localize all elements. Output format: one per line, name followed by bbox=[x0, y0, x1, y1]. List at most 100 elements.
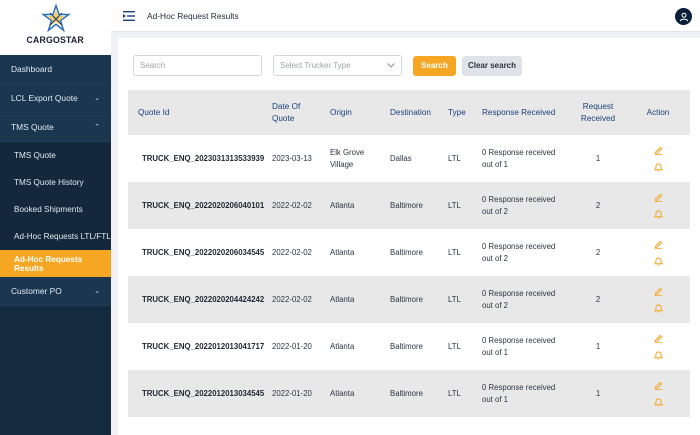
filter-bar: Select Trucker Type Search Clear search bbox=[133, 55, 522, 76]
bell-icon[interactable] bbox=[653, 350, 663, 360]
pencil-icon[interactable] bbox=[654, 334, 663, 343]
request-count-cell: 2 bbox=[595, 294, 601, 304]
column-header[interactable]: Response Received bbox=[478, 90, 570, 135]
bell-icon[interactable] bbox=[653, 162, 663, 172]
bell-icon[interactable] bbox=[653, 256, 663, 266]
clear-search-button[interactable]: Clear search bbox=[462, 55, 522, 76]
row-actions bbox=[630, 334, 686, 360]
origin-cell: Atlanta bbox=[330, 247, 355, 257]
destination-cell: Baltimore bbox=[390, 341, 423, 351]
avatar[interactable] bbox=[675, 8, 692, 25]
origin-cell: Atlanta bbox=[330, 341, 355, 351]
trucker-type-select[interactable]: Select Trucker Type bbox=[273, 55, 402, 76]
table-row: TRUCK_ENQ_2022020204424242 2022-02-02 Atla… bbox=[128, 276, 690, 323]
response-cell: 0 Response received out of 1 bbox=[482, 382, 556, 404]
sidebar-subitem-booked-shipments[interactable]: Booked Shipments bbox=[0, 196, 111, 223]
sidebar-item-label: LCL Export Quote bbox=[11, 93, 78, 103]
pencil-icon[interactable] bbox=[654, 287, 663, 296]
date-cell: 2022-02-02 bbox=[272, 247, 312, 257]
quote-id-cell[interactable]: TRUCK_ENQ_2022020206034545 bbox=[128, 229, 268, 276]
sidebar-subitem-tms-quote[interactable]: TMS Quote bbox=[0, 142, 111, 169]
sidebar-item-customer-po[interactable]: Customer PO ⌄ bbox=[0, 277, 111, 306]
date-cell: 2023-03-13 bbox=[272, 153, 312, 163]
cargostar-logo-icon bbox=[40, 4, 71, 33]
response-cell: 0 Response received out of 2 bbox=[482, 288, 556, 310]
sidebar-item-tms-quote[interactable]: TMS Quote ⌃ bbox=[0, 113, 111, 142]
table-header-row: Quote Id Date Of Quote Origin Destinatio… bbox=[128, 90, 690, 135]
type-cell: LTL bbox=[448, 388, 461, 398]
sidebar-nav: Dashboard LCL Export Quote ⌄ TMS Quote ⌃… bbox=[0, 55, 111, 306]
destination-cell: Dallas bbox=[390, 153, 412, 163]
row-actions bbox=[630, 381, 686, 407]
destination-cell: Baltimore bbox=[390, 294, 423, 304]
table-body: TRUCK_ENQ_2023031313533939 2023-03-13 Elk … bbox=[128, 135, 690, 417]
date-cell: 2022-01-20 bbox=[272, 388, 312, 398]
sidebar-submenu: TMS Quote TMS Quote History Booked Shipm… bbox=[0, 142, 111, 277]
row-actions bbox=[630, 193, 686, 219]
action-cell bbox=[626, 135, 690, 182]
logo[interactable]: CARGOSTAR bbox=[0, 0, 111, 55]
column-header[interactable]: Quote Id bbox=[128, 90, 268, 135]
quote-id-cell[interactable]: TRUCK_ENQ_2022012013041717 bbox=[128, 323, 268, 370]
bell-icon[interactable] bbox=[653, 397, 663, 407]
menu-collapse-icon[interactable] bbox=[123, 10, 135, 21]
pencil-icon[interactable] bbox=[654, 240, 663, 249]
sidebar-item-lcl-export-quote[interactable]: LCL Export Quote ⌄ bbox=[0, 84, 111, 113]
search-input[interactable] bbox=[133, 55, 262, 76]
column-header[interactable]: Origin bbox=[326, 90, 386, 135]
bell-icon[interactable] bbox=[653, 209, 663, 219]
sidebar-subitem-adhoc-results[interactable]: Ad-Hoc Requests Results bbox=[0, 250, 111, 277]
sidebar-subitem-tms-quote-history[interactable]: TMS Quote History bbox=[0, 169, 111, 196]
type-cell: LTL bbox=[448, 294, 461, 304]
brand-name: CARGOSTAR bbox=[26, 35, 85, 46]
response-cell: 0 Response received out of 2 bbox=[482, 194, 556, 216]
sidebar-item-label: Customer PO bbox=[11, 286, 62, 296]
table-row: TRUCK_ENQ_2022020206040101 2022-02-02 Atla… bbox=[128, 182, 690, 229]
sidebar-subitem-adhoc-requests[interactable]: Ad-Hoc Requests LTL/FTL bbox=[0, 223, 111, 250]
origin-cell: Atlanta bbox=[330, 388, 355, 398]
pencil-icon[interactable] bbox=[654, 193, 663, 202]
action-cell bbox=[626, 182, 690, 229]
action-cell bbox=[626, 370, 690, 417]
quote-id-cell[interactable]: TRUCK_ENQ_2023031313533939 bbox=[128, 135, 268, 182]
column-header[interactable]: Destination bbox=[386, 90, 444, 135]
request-count-cell: 2 bbox=[595, 247, 601, 257]
request-count-cell: 2 bbox=[595, 200, 601, 210]
response-cell: 0 Response received out of 2 bbox=[482, 241, 556, 263]
quote-id-cell[interactable]: TRUCK_ENQ_2022020206040101 bbox=[128, 182, 268, 229]
column-header[interactable]: Type bbox=[444, 90, 478, 135]
row-actions bbox=[630, 240, 686, 266]
pencil-icon[interactable] bbox=[654, 146, 663, 155]
quote-id-cell[interactable]: TRUCK_ENQ_2022020204424242 bbox=[128, 276, 268, 323]
type-cell: LTL bbox=[448, 200, 461, 210]
date-cell: 2022-02-02 bbox=[272, 294, 312, 304]
table-row: TRUCK_ENQ_2023031313533939 2023-03-13 Elk … bbox=[128, 135, 690, 182]
table-row: TRUCK_ENQ_2022012013041717 2022-01-20 Atla… bbox=[128, 323, 690, 370]
chevron-down-icon bbox=[387, 63, 395, 68]
action-cell bbox=[626, 323, 690, 370]
results-table: Quote Id Date Of Quote Origin Destinatio… bbox=[128, 90, 690, 417]
response-cell: 0 Response received out of 1 bbox=[482, 335, 556, 357]
date-cell: 2022-01-20 bbox=[272, 341, 312, 351]
origin-cell: Atlanta bbox=[330, 200, 355, 210]
sidebar: CARGOSTAR Dashboard LCL Export Quote ⌄ T… bbox=[0, 0, 111, 435]
search-button[interactable]: Search bbox=[413, 55, 456, 76]
action-cell bbox=[626, 229, 690, 276]
pencil-icon[interactable] bbox=[654, 381, 663, 390]
quote-id-cell[interactable]: TRUCK_ENQ_2022012013034545 bbox=[128, 370, 268, 417]
date-cell: 2022-02-02 bbox=[272, 200, 312, 210]
type-cell: LTL bbox=[448, 341, 461, 351]
chevron-down-icon: ⌄ bbox=[94, 95, 100, 102]
column-header[interactable]: Date Of Quote bbox=[268, 90, 326, 135]
top-header: Ad-Hoc Request Results bbox=[111, 0, 700, 32]
bell-icon[interactable] bbox=[653, 303, 663, 313]
table-row: TRUCK_ENQ_2022020206034545 2022-02-02 Atla… bbox=[128, 229, 690, 276]
column-header: Action bbox=[646, 107, 670, 117]
page-title: Ad-Hoc Request Results bbox=[147, 10, 239, 21]
sidebar-item-dashboard[interactable]: Dashboard bbox=[0, 55, 111, 84]
column-header[interactable]: Request Received bbox=[570, 90, 626, 135]
destination-cell: Baltimore bbox=[390, 388, 423, 398]
user-icon bbox=[679, 12, 688, 21]
chevron-down-icon: ⌄ bbox=[94, 288, 100, 295]
type-cell: LTL bbox=[448, 153, 461, 163]
